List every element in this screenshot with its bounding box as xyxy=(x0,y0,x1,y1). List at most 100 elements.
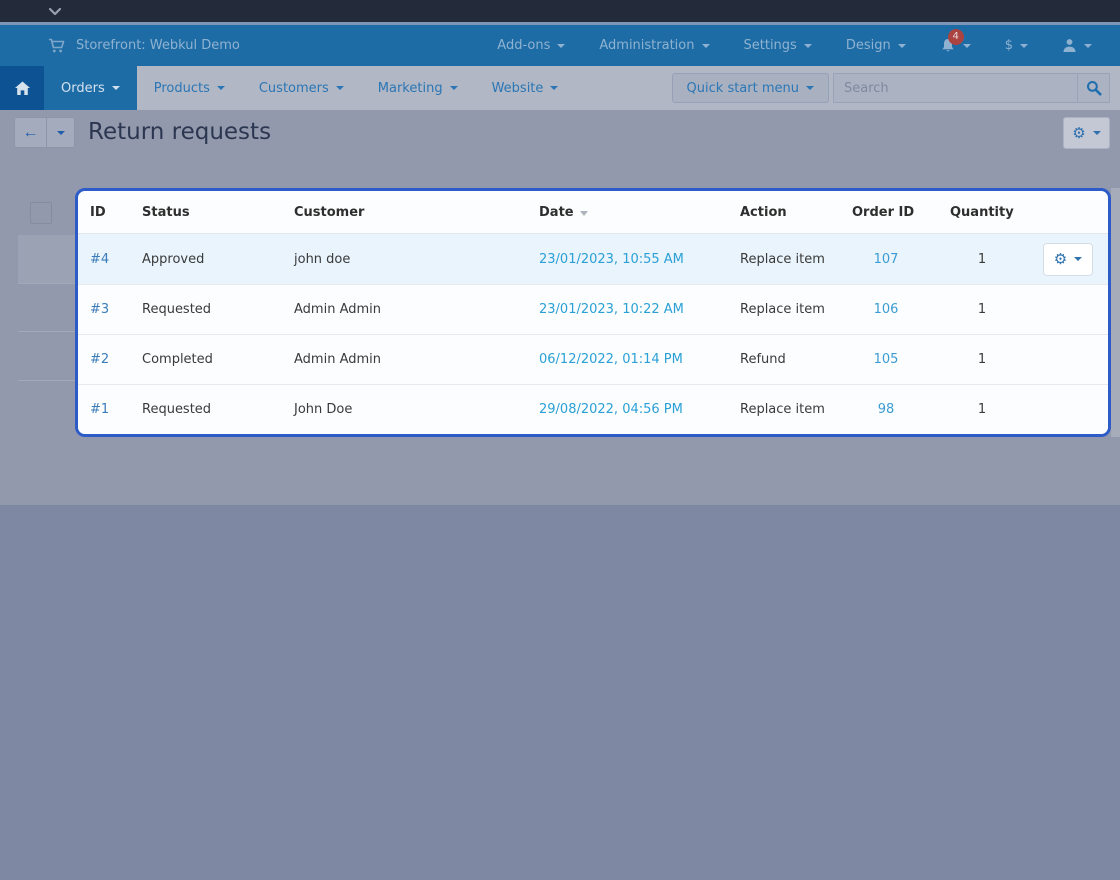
column-label: Date xyxy=(539,204,574,220)
cell-status: Requested xyxy=(142,402,212,417)
column-label: Action xyxy=(740,204,787,220)
cell-quantity: 1 xyxy=(977,251,987,267)
cell-id[interactable]: #2 xyxy=(90,352,142,367)
search-icon xyxy=(1086,81,1101,96)
caret-down-icon xyxy=(335,86,344,90)
cell-order_id[interactable]: 105 xyxy=(852,352,950,367)
column-header-date[interactable]: Date xyxy=(539,205,740,220)
table-row[interactable]: #1 Requested John Doe 29/08/2022, 04:56 PM R… xyxy=(78,384,1108,434)
caret-down-icon xyxy=(550,86,559,90)
cell-customer: Admin Admin xyxy=(294,302,381,317)
return-requests-table: ID Status Customer Date Action Order ID Quanti… xyxy=(75,188,1111,437)
cell-order_id[interactable]: 98 xyxy=(852,402,950,417)
tab-website[interactable]: Website xyxy=(475,66,576,110)
column-header-quantity[interactable]: Quantity xyxy=(950,205,1014,220)
caret-down-icon xyxy=(803,43,812,48)
main-nav: Orders Products Customers Marketing Website … xyxy=(0,66,1120,110)
row-actions-button[interactable]: ⚙ xyxy=(1043,242,1093,276)
cell-customer: john doe xyxy=(294,251,351,267)
cell-customer: John Doe xyxy=(294,402,353,417)
tab-label: Products xyxy=(153,80,210,96)
storefront-switcher[interactable]: Storefront: Webkul Demo xyxy=(0,38,240,54)
tab-customers[interactable]: Customers xyxy=(242,66,361,110)
cell-order_id[interactable]: 106 xyxy=(852,302,950,317)
caret-down-icon xyxy=(806,86,814,90)
menu-label: Design xyxy=(845,38,891,53)
table-row[interactable]: #4 Approved john doe 23/01/2023, 10:55 AM Re… xyxy=(78,234,1108,284)
currency-menu[interactable]: $ xyxy=(1005,38,1028,53)
cell-action: Refund xyxy=(740,352,786,367)
back-button[interactable]: ← xyxy=(14,117,47,148)
page-background-lower xyxy=(0,505,1120,880)
cell-date[interactable]: 06/12/2022, 01:14 PM xyxy=(539,352,740,367)
cell-id[interactable]: #4 xyxy=(90,252,142,267)
menu-label: Settings xyxy=(743,38,797,53)
column-header-order-id[interactable]: Order ID xyxy=(852,205,950,220)
tab-products[interactable]: Products xyxy=(137,66,242,110)
header-menu-add-ons[interactable]: Add-ons xyxy=(497,38,566,53)
currency-label: $ xyxy=(1004,38,1013,53)
cell-quantity: 1 xyxy=(977,402,987,417)
caret-down-icon xyxy=(449,86,458,90)
page-settings-button[interactable]: ⚙ xyxy=(1063,117,1110,149)
dimmed-table-edge xyxy=(1111,188,1120,437)
cell-status: Approved xyxy=(142,251,205,267)
column-header-status[interactable]: Status xyxy=(142,205,294,220)
quick-start-menu-button[interactable]: Quick start menu xyxy=(671,73,829,103)
column-label: Status xyxy=(142,204,190,220)
caret-down-icon xyxy=(111,86,120,90)
back-dropdown-button[interactable] xyxy=(47,117,75,148)
dimmed-row-separator xyxy=(18,380,75,381)
column-header-customer[interactable]: Customer xyxy=(294,205,539,220)
sort-caret-icon xyxy=(579,210,588,216)
header-menu-design[interactable]: Design xyxy=(846,38,906,53)
column-label: Quantity xyxy=(950,204,1014,220)
cell-action: Replace item xyxy=(740,251,825,267)
storefront-label: Storefront: Webkul Demo xyxy=(76,38,240,53)
dimmed-row-separator xyxy=(18,283,75,284)
column-header-id[interactable]: ID xyxy=(90,205,142,220)
admin-header: Storefront: Webkul Demo Add-ons Administr… xyxy=(0,22,1120,66)
page-title: Return requests xyxy=(88,119,272,145)
menu-label: Administration xyxy=(599,38,695,53)
cell-date[interactable]: 23/01/2023, 10:55 AM xyxy=(539,252,740,267)
header-menu-administration[interactable]: Administration xyxy=(599,38,710,53)
caret-down-icon xyxy=(897,43,906,48)
nav-right-tools: Quick start menu xyxy=(671,66,1120,110)
caret-down-icon xyxy=(1092,131,1101,135)
table-row[interactable]: #2 Completed Admin Admin 06/12/2022, 01:14 … xyxy=(78,334,1108,384)
cell-date[interactable]: 29/08/2022, 04:56 PM xyxy=(539,402,740,417)
user-menu[interactable] xyxy=(1062,38,1092,53)
caret-down-icon xyxy=(1074,257,1083,261)
search-input[interactable] xyxy=(833,73,1078,103)
cell-id[interactable]: #1 xyxy=(90,402,142,417)
tab-marketing[interactable]: Marketing xyxy=(361,66,475,110)
header-menus: Add-ons Administration Settings Design 4 $ xyxy=(497,28,1120,54)
cell-action: Replace item xyxy=(740,302,825,317)
tab-orders[interactable]: Orders xyxy=(44,66,137,110)
select-all-checkbox[interactable] xyxy=(30,202,52,224)
cell-id[interactable]: #3 xyxy=(90,302,142,317)
tab-home[interactable] xyxy=(0,66,44,110)
quick-start-menu-label: Quick start menu xyxy=(686,80,799,96)
column-label: Customer xyxy=(294,204,365,220)
search-button[interactable] xyxy=(1077,73,1110,103)
cell-status: Requested xyxy=(142,302,212,317)
table-header-row: ID Status Customer Date Action Order ID Quanti… xyxy=(78,191,1108,234)
notifications-menu[interactable]: 4 xyxy=(940,28,971,54)
tab-label: Customers xyxy=(258,80,329,96)
table-row[interactable]: #3 Requested Admin Admin 23/01/2023, 10:22 … xyxy=(78,284,1108,334)
cell-order_id[interactable]: 107 xyxy=(852,252,950,267)
caret-down-icon xyxy=(557,43,566,48)
menu-label: Add-ons xyxy=(497,38,551,53)
column-header-action[interactable]: Action xyxy=(740,205,852,220)
cell-date[interactable]: 23/01/2023, 10:22 AM xyxy=(539,302,740,317)
column-label: ID xyxy=(90,204,106,220)
chevron-down-icon[interactable] xyxy=(48,7,62,16)
back-arrow-icon: ← xyxy=(22,123,39,141)
caret-down-icon xyxy=(216,86,225,90)
dimmed-row-separator xyxy=(18,331,75,332)
cell-quantity: 1 xyxy=(977,302,987,317)
browser-topbar xyxy=(0,0,1120,22)
header-menu-settings[interactable]: Settings xyxy=(744,38,812,53)
